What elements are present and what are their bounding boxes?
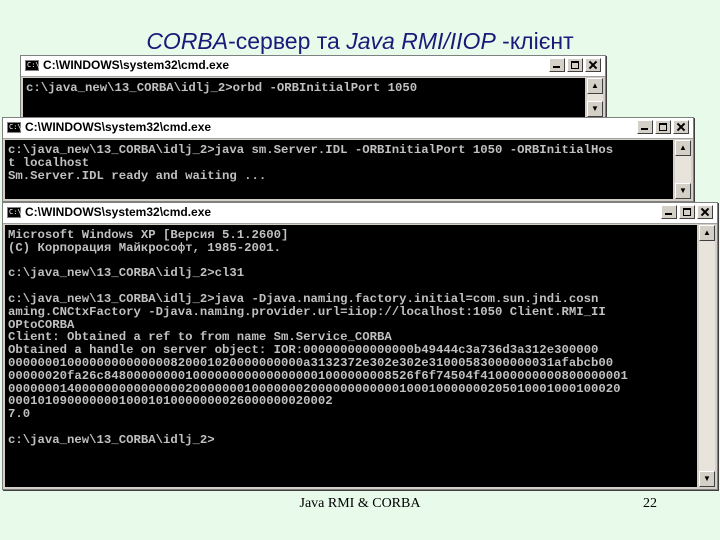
close-button[interactable] xyxy=(673,120,689,134)
cmd-window-client[interactable]: C:\ C:\WINDOWS\system32\cmd.exe Microsof… xyxy=(2,202,718,490)
console-output[interactable]: c:\java_new\13_CORBA\idlj_2>orbd -ORBIni… xyxy=(23,78,585,117)
console-text: c:\java_new\13_CORBA\idlj_2>java sm.Serv… xyxy=(8,143,614,183)
window-title: C:\WINDOWS\system32\cmd.exe xyxy=(43,58,230,72)
vertical-scrollbar[interactable]: ▲ ▼ xyxy=(675,140,691,199)
minimize-button[interactable] xyxy=(637,120,653,134)
window-titlebar[interactable]: C:\ C:\WINDOWS\system32\cmd.exe xyxy=(21,56,605,77)
console-text: Microsoft Windows XP [Версия 5.1.2600] (… xyxy=(8,228,628,447)
cmd-icon: C:\ xyxy=(7,122,22,133)
cmd-icon: C:\ xyxy=(7,207,22,218)
cmd-window-orbd[interactable]: C:\ C:\WINDOWS\system32\cmd.exe c:\java_… xyxy=(20,55,606,120)
maximize-button[interactable] xyxy=(655,120,671,134)
slide-page-number: 22 xyxy=(643,496,657,511)
scroll-up-button[interactable]: ▲ xyxy=(587,78,603,94)
window-titlebar[interactable]: C:\ C:\WINDOWS\system32\cmd.exe xyxy=(3,203,717,224)
scroll-down-button[interactable]: ▼ xyxy=(587,101,603,117)
maximize-button[interactable] xyxy=(567,58,583,72)
close-button[interactable] xyxy=(697,205,713,219)
scroll-up-button[interactable]: ▲ xyxy=(699,225,715,241)
vertical-scrollbar[interactable]: ▲ ▼ xyxy=(587,78,603,117)
title-corba: CORBA xyxy=(146,28,229,54)
title-rmi-iiop: Java RMI/IIOP xyxy=(346,28,496,54)
slide-title: CORBA-сервер та Java RMI/IIOP -клієнт xyxy=(0,28,720,55)
cmd-window-server[interactable]: C:\ C:\WINDOWS\system32\cmd.exe c:\java_… xyxy=(2,117,694,202)
scroll-down-button[interactable]: ▼ xyxy=(675,183,691,199)
scroll-down-button[interactable]: ▼ xyxy=(699,471,715,487)
scroll-up-button[interactable]: ▲ xyxy=(675,140,691,156)
close-button[interactable] xyxy=(585,58,601,72)
title-client-text: -клієнт xyxy=(495,28,574,54)
maximize-button[interactable] xyxy=(679,205,695,219)
window-titlebar[interactable]: C:\ C:\WINDOWS\system32\cmd.exe xyxy=(3,118,693,139)
console-output[interactable]: Microsoft Windows XP [Версия 5.1.2600] (… xyxy=(5,225,697,487)
title-server-text: -сервер та xyxy=(228,28,347,54)
slide-footer: Java RMI & CORBA xyxy=(299,496,421,511)
window-title: C:\WINDOWS\system32\cmd.exe xyxy=(25,120,212,134)
console-output[interactable]: c:\java_new\13_CORBA\idlj_2>java sm.Serv… xyxy=(5,140,673,199)
cmd-icon: C:\ xyxy=(25,60,40,71)
minimize-button[interactable] xyxy=(549,58,565,72)
vertical-scrollbar[interactable]: ▲ ▼ xyxy=(699,225,715,487)
minimize-button[interactable] xyxy=(661,205,677,219)
console-text: c:\java_new\13_CORBA\idlj_2>orbd -ORBIni… xyxy=(26,81,418,95)
window-title: C:\WINDOWS\system32\cmd.exe xyxy=(25,205,212,219)
